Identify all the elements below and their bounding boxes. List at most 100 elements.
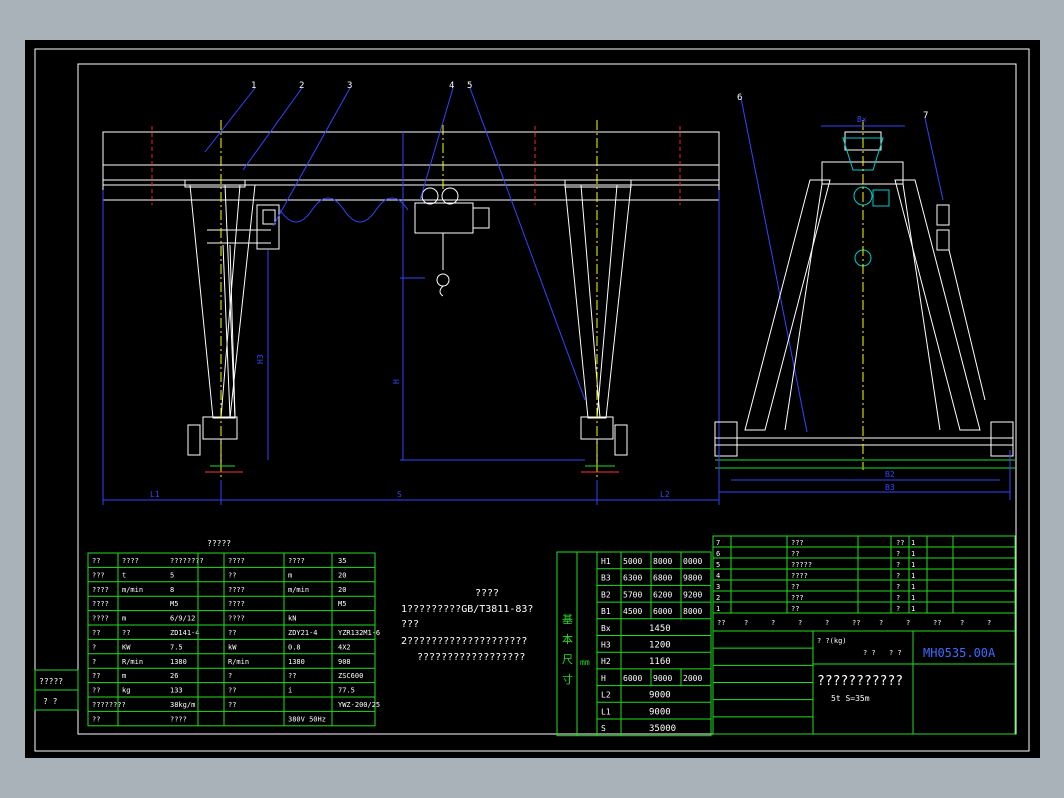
params-cell: ZSC600	[338, 672, 363, 680]
dim-front-right: L2	[660, 490, 670, 499]
params-cell: M5	[338, 600, 346, 608]
balloon-3: 3	[347, 81, 352, 91]
rev-cell: ?	[896, 572, 900, 580]
dim-row-value: 8000	[653, 557, 672, 566]
params-cell: m/min	[122, 586, 143, 594]
festoon-cable	[279, 197, 409, 223]
params-cell: ??	[122, 629, 130, 637]
side-view	[714, 131, 1014, 457]
params-cell: ??	[228, 687, 236, 695]
rev-cell: ????	[791, 572, 808, 580]
dim-row-key: H	[601, 674, 606, 683]
dim-row-value: 9000	[653, 674, 672, 683]
params-cell: m/min	[288, 586, 309, 594]
notes-line2: ???	[401, 619, 419, 630]
dim-table-unit: mm	[580, 658, 590, 667]
dim-row-key: H3	[601, 641, 611, 650]
rev-cell: 1	[911, 594, 915, 602]
params-cell: m	[288, 571, 292, 579]
rev-cell: ?	[896, 583, 900, 591]
rev-cell: ?	[896, 561, 900, 569]
params-cell: ??	[92, 687, 100, 695]
dim-side-b3: B3	[885, 483, 895, 492]
dim-row-value: 6800	[653, 574, 672, 583]
dim-row-key: B2	[601, 590, 611, 599]
header-cell: ?	[960, 619, 964, 627]
dim-row-value: 9000	[649, 707, 671, 717]
side-rail	[715, 459, 1015, 469]
dim-row-key: L1	[601, 707, 611, 716]
params-cell: 1380	[170, 658, 187, 666]
dim-row-value: 6300	[623, 574, 642, 583]
dim-side-b2: B2	[885, 470, 895, 479]
balloon-7: 7	[923, 111, 928, 121]
params-cell: 77.5	[338, 687, 355, 695]
header-cell: ??	[717, 619, 725, 627]
left-leg	[187, 184, 271, 465]
params-cell: ?	[92, 658, 96, 666]
params-cell: ????	[92, 586, 109, 594]
balloon-4: 4	[449, 81, 454, 91]
front-view	[102, 131, 720, 465]
rev-cell: 1	[911, 572, 915, 580]
params-table: ?????????????????????? 35??? t 5?? m 20???? m/…	[87, 552, 380, 727]
dim-row-value: 1450	[649, 624, 671, 634]
params-cell: ????	[288, 557, 305, 565]
dim-row-value: 1160	[649, 657, 671, 667]
front-dimensions	[102, 87, 944, 505]
params-cell: R/min	[122, 658, 143, 666]
header-cell: ?	[879, 619, 883, 627]
header-cell: ?	[744, 619, 748, 627]
params-cell: ????	[228, 586, 245, 594]
operator-cab	[256, 204, 280, 250]
params-cell: ????	[228, 557, 245, 565]
rev-cell: ??	[791, 550, 799, 558]
params-cell: ????	[92, 615, 109, 623]
rev-cell: ??	[791, 605, 799, 613]
drawing-number: MH0535.00A	[923, 646, 996, 660]
rev-cell: ???	[791, 594, 804, 602]
drawing-sheet: L1 S L2 H3 H 1 2 3 4 5 6 7 B2 B3 Bx ????…	[25, 40, 1040, 758]
params-cell: m	[122, 615, 126, 623]
drawing-spec: 5t S=35m	[831, 694, 870, 703]
header-cell: ??	[852, 619, 860, 627]
drawing-name: ???????????	[817, 674, 903, 689]
dim-row-key: B3	[601, 574, 611, 583]
rev-cell: 2	[716, 594, 720, 602]
notes-line1: 1?????????GB/T3811-83?	[401, 604, 533, 615]
rev-cell: ?	[896, 605, 900, 613]
params-cell: 133	[170, 687, 183, 695]
front-centerlines	[220, 120, 598, 480]
dim-row-value: 9200	[683, 590, 702, 599]
rev-cell: 1	[911, 539, 915, 547]
params-cell: ZD141-4	[170, 629, 200, 637]
dim-row-key: H2	[601, 657, 611, 666]
dim-front-span: S	[397, 490, 402, 499]
dim-row-value: 5700	[623, 590, 642, 599]
rev-cell: 3	[716, 583, 720, 591]
dim-row-value: 8000	[683, 607, 702, 616]
left-stamp-line1: ?????	[39, 677, 63, 686]
notes-line3: 2????????????????????	[401, 636, 527, 647]
params-cell: 0.8	[288, 643, 301, 651]
params-cell: ZDY21-4	[288, 629, 318, 637]
params-cell: 1380	[288, 658, 305, 666]
rev-cell: 6	[716, 550, 720, 558]
dim-row-value: 0000	[683, 557, 702, 566]
header-cell: ??	[933, 619, 941, 627]
params-cell: 20	[338, 571, 346, 579]
params-cell: YWZ-200/25	[338, 701, 380, 709]
dim-row-value: 6000	[653, 607, 672, 616]
dim-row-key: H1	[601, 557, 611, 566]
params-cell: kN	[288, 615, 296, 623]
params-cell: 380V 50Hz	[288, 715, 326, 723]
rev-cell: 1	[911, 583, 915, 591]
dim-table-label-char: 基	[562, 613, 573, 626]
rev-cell: ???	[791, 539, 804, 547]
params-cell: ????	[228, 600, 245, 608]
rev-cell: ??	[791, 583, 799, 591]
outer-frame	[34, 48, 1030, 752]
rev-cell: ?	[896, 594, 900, 602]
dim-row-key: L2	[601, 691, 611, 700]
basic-dimension-table: 基本尺寸 mm H1 5000 8000 0000 B3 6300 6800 9800 B2 5700…	[556, 551, 712, 737]
